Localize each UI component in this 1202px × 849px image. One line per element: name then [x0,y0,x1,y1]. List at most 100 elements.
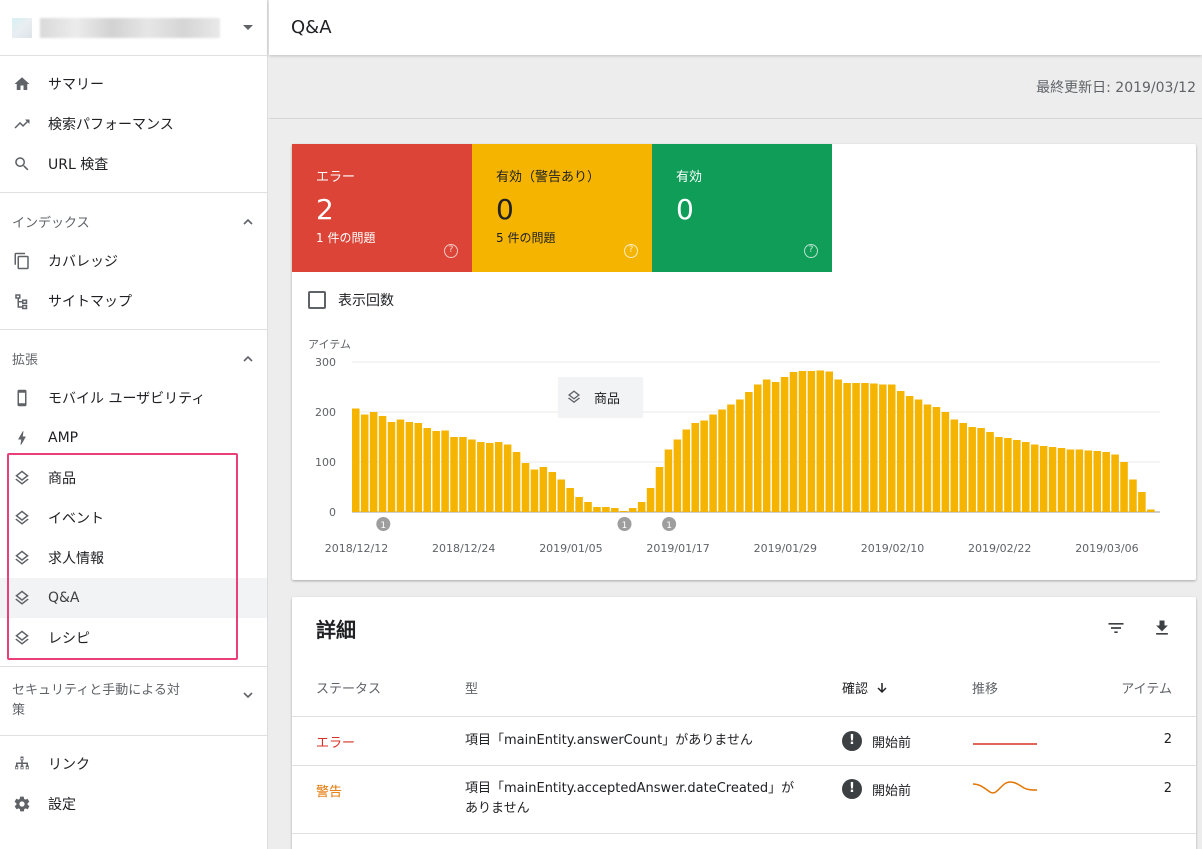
col-header-type[interactable]: 型 [465,678,478,697]
sidebar-item-summary[interactable]: サマリー [0,64,267,104]
annotation-label: 1 [666,521,672,531]
chart-bar [459,437,467,512]
chart-bar [468,439,476,512]
chart-bar [905,396,914,512]
sidebar-item-settings[interactable]: 設定 [0,784,267,824]
table-row[interactable]: エラー 項目「mainEntity.answerCount」がありません ! 開… [292,717,1196,766]
sidebar-item-label: カバレッジ [48,254,118,270]
chart-bar [959,423,967,512]
nav-section-enhancements: 拡張 モバイル ユーザビリティ AMP 商品 イベント 求人情報 Q&A レシピ [0,330,267,667]
col-header-confirm[interactable]: 確認 [842,678,888,697]
chart-bar [646,488,655,512]
chart-bar [896,391,905,512]
chart-bar [1120,462,1128,512]
table-row[interactable]: 警告 項目「mainEntity.acceptedAnswer.dateCrea… [292,766,1196,834]
chart-bar [360,414,369,512]
chart-bar [1030,444,1039,512]
sidebar-item-label: 設定 [48,797,76,813]
filter-icon[interactable] [1106,618,1126,638]
tile-subtext: 5 件の問題 [496,231,556,245]
chart-bar [477,442,485,512]
sidebar-item-qa[interactable]: Q&A [0,578,267,618]
sidebar-item-recipes[interactable]: レシピ [0,618,267,658]
property-name-blurred [40,17,220,38]
chevron-up-icon [243,353,253,363]
dropdown-arrow-icon[interactable] [243,25,253,30]
help-icon[interactable]: ? [624,244,638,258]
chart-bar [1102,452,1110,512]
x-tick-label: 2019/03/06 [1075,542,1138,555]
sidebar-item-coverage[interactable]: カバレッジ [0,241,267,281]
impressions-checkbox[interactable] [308,291,326,309]
copy-icon [12,251,32,271]
bolt-icon [12,428,32,448]
sidebar-item-label: レシピ [48,631,90,647]
chart-bar [789,372,798,512]
sidebar-item-mobile-usability[interactable]: モバイル ユーザビリティ [0,378,267,418]
tile-valid-with-warnings[interactable]: 有効（警告あり） 0 5 件の問題 ? [472,144,652,272]
chart-bar [995,437,1003,512]
tile-subtext: 1 件の問題 [316,231,376,245]
section-header-index[interactable]: インデックス [0,201,267,241]
sidebar-item-label: URL 検査 [48,157,109,173]
col-header-trend[interactable]: 推移 [972,678,998,697]
chart-bar [736,399,744,512]
chart-bar [941,412,950,512]
x-tick-label: 2018/12/12 [325,542,388,555]
tile-valid[interactable]: 有効 0 ? [652,144,832,272]
section-header-security[interactable]: セキュリティと手動による対策 [0,671,267,731]
nav-section-security: セキュリティと手動による対策 [0,667,267,736]
tile-error[interactable]: エラー 2 1 件の問題 ? [292,144,472,272]
sidebar-item-events[interactable]: イベント [0,498,267,538]
sidebar-item-links[interactable]: リンク [0,744,267,784]
chart-bar [441,430,449,512]
sidebar-item-url-inspection[interactable]: URL 検査 [0,144,267,184]
row-confirm: ! 開始前 [842,731,911,751]
section-title: 拡張 [12,352,39,368]
help-icon[interactable]: ? [804,244,818,258]
chart-bar [852,383,860,512]
tile-value: 2 [316,193,334,226]
last-updated-text: 最終更新日: 2019/03/12 [1036,79,1196,96]
sidebar-item-jobs[interactable]: 求人情報 [0,538,267,578]
chart-bar [700,420,708,512]
col-header-status[interactable]: ステータス [316,678,381,697]
chart-bar [861,383,869,512]
sidebar-item-products[interactable]: 商品 [0,458,267,498]
y-tick-label: 0 [329,506,336,519]
chart-bar [914,399,923,512]
details-actions [1106,618,1172,638]
sidebar-item-label: AMP [48,430,79,446]
status-tiles: エラー 2 1 件の問題 ? 有効（警告あり） 0 5 件の問題 ? 有効 0 … [292,144,1196,272]
chart-bar [745,392,753,512]
section-title: セキュリティと手動による対策 [12,683,180,718]
x-tick-label: 2018/12/24 [432,542,495,555]
chart-bar [593,507,601,512]
layers-icon [12,548,32,568]
col-header-items[interactable]: アイテム [1121,678,1172,697]
section-header-enhancements[interactable]: 拡張 [0,338,267,378]
chart-bar [432,431,440,512]
chart-bar [1084,450,1093,512]
chart-bar [888,384,896,512]
chart-bar [870,383,878,512]
property-selector[interactable] [0,0,267,56]
details-title: 詳細 [316,617,356,642]
chart-bar [771,382,780,512]
trend-sparkline [972,781,1038,794]
sidebar-item-amp[interactable]: AMP [0,418,267,458]
sidebar-item-sitemaps[interactable]: サイトマップ [0,281,267,321]
sidebar: サマリー 検索パフォーマンス URL 検査 インデックス カバレッジ サイトマッ… [0,0,268,849]
chart-bar [968,427,976,512]
chart-bar [825,371,833,512]
help-icon[interactable]: ? [444,244,458,258]
impressions-toggle[interactable]: 表示回数 [308,290,394,310]
chart-bar [378,416,387,512]
chart-bar [1138,492,1146,512]
sidebar-item-performance[interactable]: 検索パフォーマンス [0,104,267,144]
x-tick-label: 2019/02/22 [968,542,1031,555]
row-count: 2 [1163,732,1172,747]
chart-bar [843,383,851,512]
download-icon[interactable] [1152,618,1172,638]
chart-bar [1022,442,1030,512]
